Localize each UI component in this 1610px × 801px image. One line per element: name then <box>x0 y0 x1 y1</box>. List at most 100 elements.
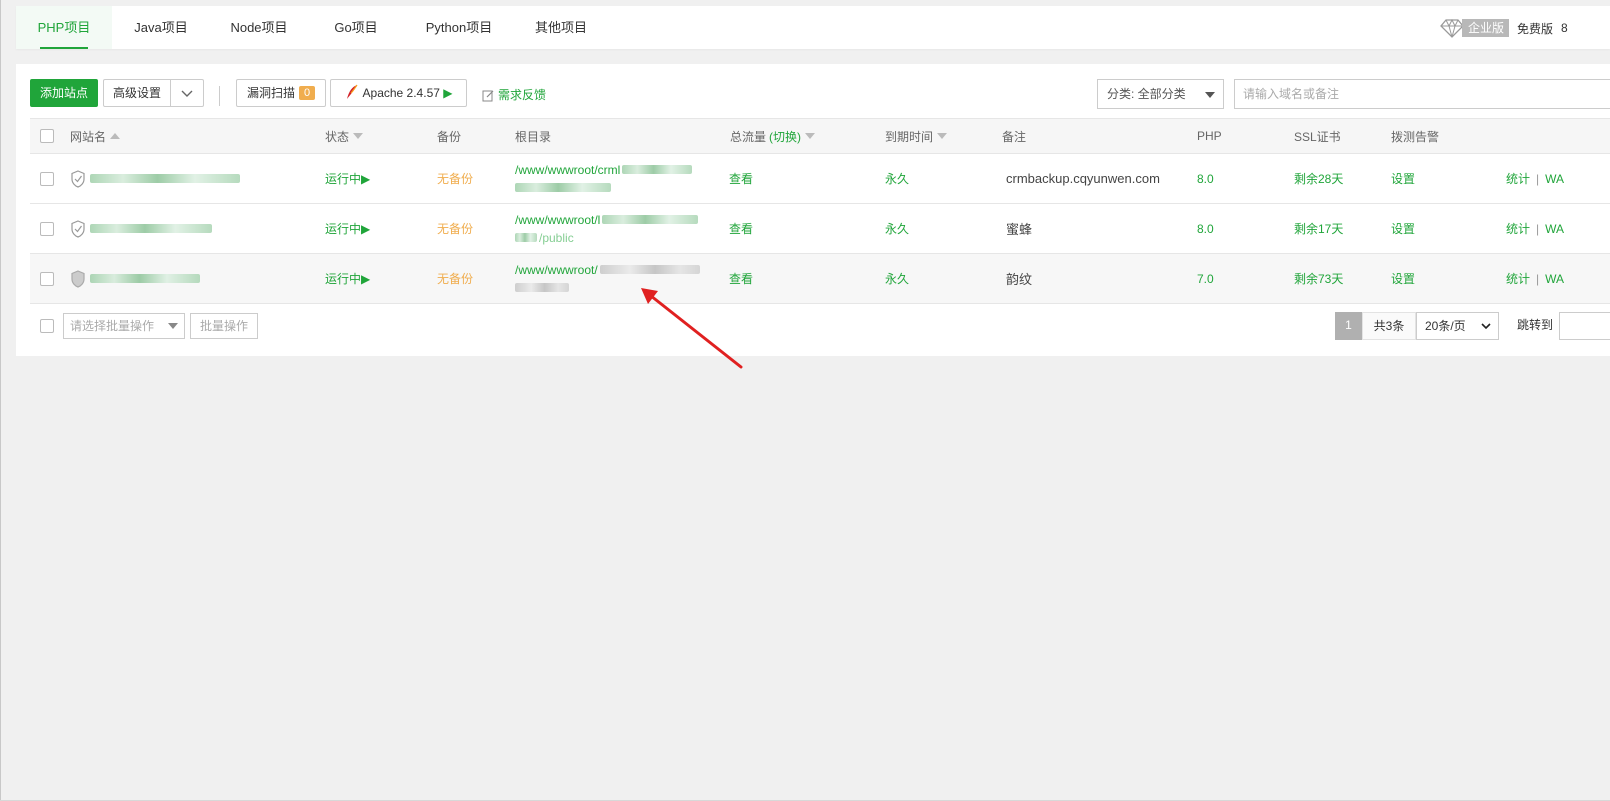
root-dir-cell[interactable]: /www/wwwroot/crml <box>515 154 715 203</box>
edit-icon <box>482 90 494 101</box>
expire-cell[interactable]: 永久 <box>885 204 909 253</box>
note-cell[interactable]: crmbackup.cqyunwen.com <box>1006 154 1160 203</box>
play-icon: ▶ <box>439 86 453 100</box>
waf-link[interactable]: WA <box>1545 272 1564 286</box>
header-root: 根目录 <box>515 129 552 144</box>
tab-go[interactable]: Go项目 <box>308 6 404 49</box>
status-cell[interactable]: 运行中 ▶ <box>325 154 370 203</box>
traffic-view-link[interactable]: 查看 <box>729 204 753 253</box>
page-1-button[interactable]: 1 <box>1335 312 1362 340</box>
ssl-cell[interactable]: 剩余73天 <box>1294 254 1343 303</box>
header-expire[interactable]: 到期时间 <box>885 119 948 153</box>
search-input[interactable] <box>1234 79 1610 109</box>
row-checkbox[interactable] <box>40 221 54 236</box>
header-site[interactable]: 网站名 <box>70 119 121 153</box>
note-cell[interactable]: 韵纹 <box>1006 254 1032 303</box>
site-name-cell[interactable] <box>70 204 212 253</box>
redacted-path <box>599 265 700 274</box>
note-cell[interactable]: 蜜蜂 <box>1006 204 1032 253</box>
total-count: 共3条 <box>1362 312 1416 340</box>
feedback-link[interactable]: 需求反馈 <box>482 86 546 104</box>
header-php: PHP <box>1197 129 1222 143</box>
probe-settings-link[interactable]: 设置 <box>1391 204 1415 253</box>
tab-node[interactable]: Node项目 <box>210 6 308 49</box>
category-select[interactable]: 分类: 全部分类 <box>1097 79 1224 109</box>
vuln-count-badge: 0 <box>299 86 315 100</box>
page-size-select[interactable]: 20条/页 <box>1416 312 1499 340</box>
backup-cell[interactable]: 无备份 <box>437 254 473 303</box>
feedback-label: 需求反馈 <box>498 88 547 102</box>
table-row: 运行中 ▶ 无备份 /www/wwwroot/crml 查看 永久 crmback… <box>30 154 1610 204</box>
backup-cell[interactable]: 无备份 <box>437 204 473 253</box>
select-all-cell <box>40 119 54 153</box>
header-probe: 拨测告警 <box>1391 129 1440 144</box>
vuln-scan-button[interactable]: 漏洞扫描 0 <box>236 79 326 107</box>
root-dir-text: /www/wwwroot/crml <box>515 162 621 177</box>
site-table: 网站名 状态 备份 根目录 总流量 (切换) 到期时间 备注 PHP SSL证书 … <box>30 118 1610 304</box>
sort-down-icon <box>805 133 816 139</box>
traffic-view-link[interactable]: 查看 <box>729 154 753 203</box>
batch-operation-select[interactable]: 请选择批量操作 <box>63 313 185 339</box>
row-checkbox-cell <box>40 154 54 203</box>
php-version-cell[interactable]: 8.0 <box>1197 204 1214 253</box>
site-name-cell[interactable] <box>70 154 240 203</box>
jump-page-input[interactable] <box>1559 312 1610 340</box>
site-name-cell[interactable] <box>70 254 200 303</box>
root-dir-text: /www/wwwroot/ <box>515 262 598 277</box>
header-traffic[interactable]: 总流量 (切换) <box>730 119 816 153</box>
php-version-cell[interactable]: 8.0 <box>1197 154 1214 203</box>
status-label: 运行中 <box>325 222 362 236</box>
root-dir-cell[interactable]: /www/wwwroot/l /public <box>515 204 715 253</box>
php-version-cell[interactable]: 7.0 <box>1197 254 1214 303</box>
server-version: Apache 2.4.57 <box>362 86 440 100</box>
table-row: 运行中 ▶ 无备份 /www/wwwroot/l /public 查看 永久 蜜蜂… <box>30 204 1610 254</box>
redacted-path <box>602 215 699 224</box>
add-site-button[interactable]: 添加站点 <box>30 79 98 107</box>
batch-operation-button[interactable]: 批量操作 <box>190 313 258 339</box>
advanced-settings-button[interactable]: 高级设置 <box>103 79 171 107</box>
waf-link[interactable]: WA <box>1545 172 1564 186</box>
footer-select-all-checkbox[interactable] <box>40 319 54 333</box>
stats-link[interactable]: 统计 <box>1506 270 1530 287</box>
redacted-site-name <box>90 224 212 233</box>
advanced-settings-dropdown[interactable] <box>170 79 204 107</box>
header-status[interactable]: 状态 <box>325 119 364 153</box>
status-label: 运行中 <box>325 172 362 186</box>
tab-python[interactable]: Python项目 <box>404 6 514 49</box>
play-icon: ▶ <box>361 171 371 186</box>
stats-link[interactable]: 统计 <box>1506 220 1530 237</box>
sort-down-icon <box>353 133 364 139</box>
site-panel: 添加站点 高级设置 漏洞扫描 0 Apache 2.4.57 ▶ 需求反馈 分类:… <box>16 64 1610 356</box>
stats-link[interactable]: 统计 <box>1506 170 1530 187</box>
operations-cell: 统计 | WA <box>1506 270 1565 287</box>
row-checkbox[interactable] <box>40 271 54 286</box>
tab-other[interactable]: 其他项目 <box>514 6 608 49</box>
tab-java[interactable]: Java项目 <box>112 6 210 49</box>
ssl-cell[interactable]: 剩余17天 <box>1294 204 1343 253</box>
select-all-checkbox[interactable] <box>40 129 54 143</box>
table-header: 网站名 状态 备份 根目录 总流量 (切换) 到期时间 备注 PHP SSL证书 … <box>30 119 1610 154</box>
traffic-switch-link[interactable]: (切换) <box>769 128 801 145</box>
status-cell[interactable]: 运行中 ▶ <box>325 254 370 303</box>
probe-settings-link[interactable]: 设置 <box>1391 254 1415 303</box>
expire-cell[interactable]: 永久 <box>885 154 909 203</box>
caret-down-icon <box>1205 92 1215 98</box>
edition-badge[interactable]: 企业版 <box>1462 19 1510 37</box>
waf-link[interactable]: WA <box>1545 222 1564 236</box>
diamond-icon <box>1440 18 1464 38</box>
free-edition-label[interactable]: 免费版 <box>1517 20 1553 37</box>
tab-php[interactable]: PHP项目 <box>16 6 112 49</box>
window-left-edge <box>0 0 1 801</box>
ssl-cell[interactable]: 剩余28天 <box>1294 154 1343 203</box>
expire-cell[interactable]: 永久 <box>885 254 909 303</box>
header-expire-label: 到期时间 <box>885 129 934 144</box>
probe-settings-link[interactable]: 设置 <box>1391 154 1415 203</box>
table-row: 运行中 ▶ 无备份 /www/wwwroot/ 查看 永久 韵纹 7.0 剩余73… <box>30 254 1610 304</box>
backup-cell[interactable]: 无备份 <box>437 154 473 203</box>
redacted-path <box>515 283 569 292</box>
row-checkbox[interactable] <box>40 171 54 186</box>
header-note: 备注 <box>1002 129 1027 144</box>
header-ssl: SSL证书 <box>1294 129 1341 144</box>
status-cell[interactable]: 运行中 ▶ <box>325 204 370 253</box>
apache-button[interactable]: Apache 2.4.57 ▶ <box>330 79 467 107</box>
